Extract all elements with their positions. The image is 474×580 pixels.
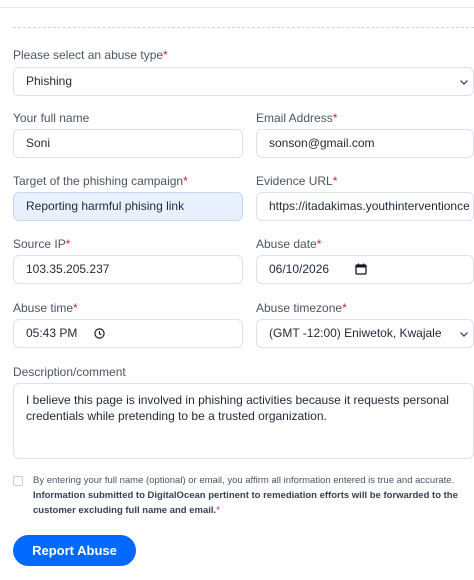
abuse-time-input[interactable]: 05:43 PM xyxy=(13,319,243,348)
abuse-date-value: 06/10/2026 xyxy=(269,262,330,276)
consent-bold-text: Information submitted to DigitalOcean pe… xyxy=(33,490,458,516)
email-label: Email Address* xyxy=(256,111,338,125)
consent-required-mark: * xyxy=(216,505,220,516)
description-value: I believe this page is involved in phish… xyxy=(26,393,449,423)
report-abuse-button[interactable]: Report Abuse xyxy=(13,535,136,566)
abuse-time-value: 05:43 PM xyxy=(26,326,78,340)
target-input[interactable]: Reporting harmful phising link xyxy=(13,192,243,221)
consent-checkbox[interactable] xyxy=(13,476,23,486)
consent-text: By entering your full name (optional) or… xyxy=(33,473,473,518)
target-value: Reporting harmful phising link xyxy=(26,199,185,213)
clock-icon[interactable] xyxy=(94,328,105,339)
evidence-url-value: https://itadakimas.youthinterventionce xyxy=(269,199,470,213)
evidence-url-input[interactable]: https://itadakimas.youthinterventionce xyxy=(256,192,474,221)
abuse-type-label: Please select an abuse type* xyxy=(13,48,168,62)
abuse-timezone-select[interactable]: (GMT -12:00) Eniwetok, Kwajale xyxy=(256,319,474,348)
full-name-input[interactable]: Soni xyxy=(13,129,243,158)
chevron-down-icon xyxy=(460,80,468,85)
abuse-time-label: Abuse time* xyxy=(13,301,78,315)
top-divider xyxy=(0,7,474,8)
source-ip-input[interactable]: 103.35.205.237 xyxy=(13,255,243,284)
full-name-value: Soni xyxy=(26,136,51,150)
abuse-date-label: Abuse date* xyxy=(256,237,322,251)
source-ip-label: Source IP* xyxy=(13,237,71,251)
evidence-url-label: Evidence URL* xyxy=(256,174,338,188)
full-name-label: Your full name xyxy=(13,111,90,125)
description-textarea[interactable]: I believe this page is involved in phish… xyxy=(13,383,474,459)
source-ip-value: 103.35.205.237 xyxy=(26,262,110,276)
dashed-divider xyxy=(13,27,474,28)
abuse-type-value: Phishing xyxy=(26,74,73,88)
email-value: sonson@gmail.com xyxy=(269,136,375,150)
target-label: Target of the phishing campaign* xyxy=(13,174,188,188)
calendar-icon[interactable] xyxy=(355,263,367,275)
email-input[interactable]: sonson@gmail.com xyxy=(256,129,474,158)
abuse-type-select[interactable]: Phishing xyxy=(13,67,474,96)
chevron-down-icon xyxy=(460,332,468,337)
abuse-report-form: Please select an abuse type* Phishing Yo… xyxy=(0,0,474,580)
description-label: Description/comment xyxy=(13,365,126,379)
abuse-timezone-label: Abuse timezone* xyxy=(256,301,347,315)
abuse-timezone-value: (GMT -12:00) Eniwetok, Kwajale xyxy=(269,326,442,340)
consent-plain-text: By entering your full name (optional) or… xyxy=(33,475,455,486)
abuse-date-input[interactable]: 06/10/2026 xyxy=(256,255,474,284)
